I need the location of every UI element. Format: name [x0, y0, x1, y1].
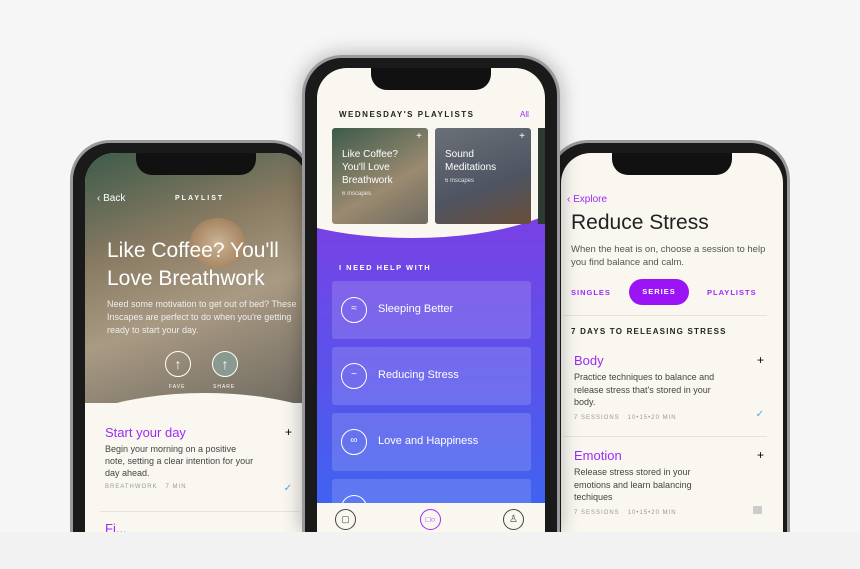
check-icon: ✓: [755, 409, 764, 420]
playlist-description: Need some motivation to get out of bed? …: [107, 299, 297, 335]
item-meta: 7 SESSIONS 10•15•20 MIN: [574, 414, 677, 421]
arrow-up-icon: ↑: [174, 356, 182, 372]
wave-icon: ~: [341, 363, 367, 389]
rings-icon: ∞: [341, 429, 367, 455]
item-description: Practice techniques to balance and relea…: [574, 372, 715, 407]
series-title: 7 DAYS TO RELEASING STRESS: [571, 327, 727, 336]
item-title: Body: [574, 353, 604, 368]
help-item-love[interactable]: ∞ Love and Happiness: [332, 413, 531, 471]
add-icon[interactable]: +: [416, 131, 422, 142]
all-link[interactable]: All: [520, 110, 529, 119]
lock-icon: [753, 506, 762, 514]
fave-button[interactable]: ↑: [165, 351, 191, 377]
floor: [0, 532, 860, 569]
session-description: Begin your morning on a positive note, s…: [105, 444, 254, 478]
sleep-icon: ≈: [341, 297, 367, 323]
middle-phone: WEDNESDAY'S PLAYLISTS All Like Coffee? Y…: [302, 55, 560, 532]
fave-label: FAVE: [169, 384, 186, 390]
home-screen: WEDNESDAY'S PLAYLISTS All Like Coffee? Y…: [317, 68, 545, 532]
playlist-card-partial[interactable]: [538, 128, 545, 224]
item-meta: 7 SESSIONS 10•15•20 MIN: [574, 509, 677, 516]
add-icon[interactable]: +: [519, 131, 525, 142]
playlist-card[interactable]: Like Coffee? You'll Love Breathwork 6 In…: [332, 128, 428, 224]
card-count: 6 Inscapes: [342, 191, 372, 197]
right-phone: ‹ Explore Reduce Stress When the heat is…: [548, 140, 790, 532]
left-phone: ‹ Back PLAYLIST Like Coffee? You'll Love…: [70, 140, 312, 532]
divider: [563, 315, 767, 316]
playlist-card[interactable]: Sound Meditations 6 Inscapes +: [435, 128, 531, 224]
divider: [100, 511, 300, 512]
session-item[interactable]: Start your day Begin your morning on a p…: [105, 425, 300, 494]
playlist-screen: ‹ Back PLAYLIST Like Coffee? You'll Love…: [85, 153, 307, 532]
lock-nav-icon[interactable]: ▢: [335, 509, 356, 530]
divider: [563, 436, 767, 437]
series-item-body[interactable]: Body Practice techniques to balance and …: [574, 353, 764, 421]
tab-singles[interactable]: SINGLES: [571, 288, 611, 297]
inscape-nav-icon[interactable]: □○: [420, 509, 441, 530]
item-title: Emotion: [574, 448, 622, 463]
add-icon[interactable]: +: [285, 425, 292, 439]
back-label: Back: [103, 193, 126, 204]
card-count: 6 Inscapes: [445, 178, 475, 184]
tab-playlists[interactable]: PLAYLISTS: [707, 288, 757, 297]
page-description: When the heat is on, choose a session to…: [571, 244, 766, 268]
header-label: PLAYLIST: [175, 195, 225, 202]
tab-series[interactable]: SERIES: [629, 279, 689, 305]
card-title: Like Coffee? You'll Love Breathwork: [342, 149, 398, 186]
help-item-sleeping[interactable]: ≈ Sleeping Better: [332, 281, 531, 339]
back-button[interactable]: ‹ Back: [97, 193, 125, 204]
add-icon[interactable]: +: [757, 448, 764, 462]
session-meta: BREATHWORK 7 MIN: [105, 484, 187, 490]
profile-nav-icon[interactable]: ♙: [503, 509, 524, 530]
check-icon: ✓: [283, 483, 292, 494]
next-session-title: Fi...: [105, 521, 127, 532]
item-description: Release stress stored in your emotions a…: [574, 467, 692, 502]
reduce-stress-screen: ‹ Explore Reduce Stress When the heat is…: [561, 153, 783, 532]
help-title: I NEED HELP WITH: [339, 263, 432, 272]
help-item-stress[interactable]: ~ Reducing Stress: [332, 347, 531, 405]
section-title: WEDNESDAY'S PLAYLISTS: [339, 110, 475, 119]
help-label: Reducing Stress: [378, 369, 459, 381]
back-label: Explore: [573, 194, 608, 205]
bottom-nav: ▢ □○ ♙: [317, 503, 545, 532]
session-title: Start your day: [105, 425, 186, 440]
help-label: Sleeping Better: [378, 303, 454, 315]
card-title: Sound Meditations: [445, 149, 497, 173]
share-label: SHARE: [213, 384, 236, 390]
explore-back-button[interactable]: ‹ Explore: [567, 194, 607, 205]
series-item-emotion[interactable]: Emotion Release stress stored in your em…: [574, 448, 764, 516]
share-button[interactable]: ↑: [212, 351, 238, 377]
share-icon: ↑: [221, 356, 229, 372]
help-label: Love and Happiness: [378, 435, 479, 447]
playlist-title: Like Coffee? You'll Love Breathwork: [107, 239, 279, 290]
add-icon[interactable]: +: [757, 353, 764, 367]
page-title: Reduce Stress: [571, 211, 709, 234]
